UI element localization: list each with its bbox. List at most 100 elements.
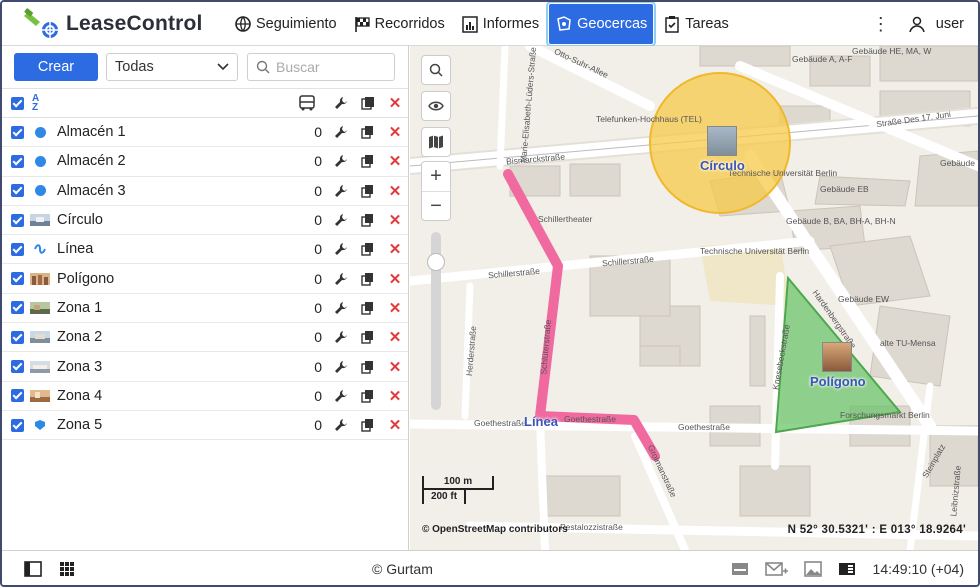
bus-icon[interactable]	[298, 95, 316, 111]
nav-tab-recorridos[interactable]: Recorridos	[347, 4, 451, 44]
row-checkbox[interactable]	[11, 242, 24, 256]
wrench-icon[interactable]	[334, 418, 348, 432]
dot-icon	[30, 125, 50, 139]
user-name[interactable]: user	[936, 16, 964, 32]
copy-icon[interactable]	[361, 272, 375, 286]
copy-icon[interactable]	[361, 330, 375, 344]
delete-icon[interactable]: ✕	[388, 241, 402, 258]
row-checkbox[interactable]	[11, 154, 24, 168]
image-icon[interactable]	[804, 561, 822, 577]
nav-tab-geocercas[interactable]: Geocercas	[546, 2, 657, 47]
wrench-icon[interactable]	[334, 301, 348, 315]
table-row[interactable]: Zona 4 0 ✕	[2, 382, 408, 411]
delete-all-icon[interactable]: ✕	[388, 95, 402, 112]
table-row[interactable]: Polígono 0 ✕	[2, 264, 408, 294]
zoom-in-button[interactable]: +	[422, 162, 450, 191]
toggle-panel-icon[interactable]	[24, 561, 42, 577]
map-layers-button[interactable]	[422, 128, 450, 156]
delete-icon[interactable]: ✕	[388, 153, 402, 170]
row-checkbox[interactable]	[11, 125, 24, 139]
copy-icon[interactable]	[361, 301, 375, 315]
sort-az-icon[interactable]: AZ	[32, 94, 39, 113]
delete-icon[interactable]: ✕	[388, 388, 402, 405]
copy-icon[interactable]	[361, 184, 375, 198]
copy-icon[interactable]	[361, 125, 375, 139]
copy-icon[interactable]	[361, 418, 375, 432]
wrench-icon[interactable]	[334, 96, 348, 110]
map-search-button[interactable]	[422, 56, 450, 84]
row-checkbox[interactable]	[11, 213, 24, 227]
user-icon[interactable]	[908, 15, 926, 33]
delete-icon[interactable]: ✕	[388, 329, 402, 346]
mail-icon[interactable]	[765, 561, 789, 577]
row-checkbox[interactable]	[11, 184, 24, 198]
table-row[interactable]: Zona 3 0 ✕	[2, 352, 408, 382]
dot-icon	[30, 154, 50, 168]
copy-icon[interactable]	[361, 213, 375, 227]
copy-list-icon[interactable]	[361, 96, 375, 110]
table-row[interactable]: Almacén 3 0 ✕	[2, 177, 408, 206]
wrench-icon[interactable]	[334, 272, 348, 286]
wrench-icon[interactable]	[334, 184, 348, 198]
delete-icon[interactable]: ✕	[388, 300, 402, 317]
street-label: Gebäude HE, MA, W	[852, 46, 932, 56]
wrench-icon[interactable]	[334, 389, 348, 403]
row-checkbox[interactable]	[11, 272, 24, 286]
create-button[interactable]: Crear	[14, 53, 98, 81]
wrench-icon[interactable]	[334, 125, 348, 139]
zoom-slider-handle[interactable]	[428, 254, 444, 270]
table-row[interactable]: Zona 5 0 ✕	[2, 411, 408, 441]
row-name: Polígono	[57, 270, 115, 287]
more-menu-icon[interactable]: ⋮	[872, 14, 890, 35]
wrench-icon[interactable]	[334, 242, 348, 256]
map-view[interactable]: Otto-Suhr-Allee Bismarckstraße Schillers…	[410, 46, 978, 550]
delete-icon[interactable]: ✕	[388, 271, 402, 288]
row-checkbox[interactable]	[11, 360, 24, 374]
table-row[interactable]: Círculo 0 ✕	[2, 206, 408, 236]
polygon-fence-label[interactable]: Polígono	[810, 374, 866, 389]
table-row[interactable]: Línea 0 ✕	[2, 235, 408, 265]
search-input[interactable]	[276, 59, 386, 75]
apps-grid-icon[interactable]	[58, 561, 76, 577]
delete-icon[interactable]: ✕	[388, 359, 402, 376]
zoom-slider[interactable]	[428, 232, 444, 410]
row-count: 0	[314, 270, 322, 287]
table-row[interactable]: Almacén 2 0 ✕	[2, 147, 408, 177]
dashboard-icon[interactable]	[838, 561, 856, 577]
zoom-out-button[interactable]: −	[422, 191, 450, 220]
delete-icon[interactable]: ✕	[388, 183, 402, 200]
wrench-icon[interactable]	[334, 330, 348, 344]
search-box[interactable]	[247, 53, 395, 81]
line-fence-label[interactable]: Línea	[524, 414, 558, 429]
table-row[interactable]: Almacén 1 0 ✕	[2, 118, 408, 148]
copy-icon[interactable]	[361, 242, 375, 257]
app-logo[interactable]: LeaseControl	[22, 8, 203, 40]
row-checkbox[interactable]	[11, 330, 24, 344]
notifications-icon[interactable]	[731, 561, 749, 577]
nav-tab-seguimiento[interactable]: Seguimiento	[228, 4, 343, 44]
row-checkbox[interactable]	[11, 301, 24, 315]
table-row[interactable]: Zona 2 0 ✕	[2, 323, 408, 353]
circle-fence-label[interactable]: Círculo	[700, 158, 745, 173]
row-checkbox[interactable]	[11, 389, 24, 403]
delete-icon[interactable]: ✕	[388, 124, 402, 141]
table-row[interactable]: Zona 1 0 ✕	[2, 294, 408, 324]
copy-icon[interactable]	[361, 154, 375, 169]
row-checkbox[interactable]	[11, 418, 24, 432]
circle-fence-thumbnail[interactable]	[707, 126, 737, 156]
wrench-icon[interactable]	[334, 213, 348, 227]
filter-select[interactable]: Todas	[106, 53, 238, 81]
select-all-checkbox[interactable]	[11, 96, 24, 110]
delete-icon[interactable]: ✕	[388, 212, 402, 229]
delete-icon[interactable]: ✕	[388, 417, 402, 434]
map-attribution[interactable]: © OpenStreetMap contributors	[422, 524, 568, 535]
wrench-icon[interactable]	[334, 360, 348, 374]
thumbnail-icon	[30, 330, 50, 344]
nav-tab-tareas[interactable]: Tareas	[657, 4, 735, 44]
copy-icon[interactable]	[361, 389, 375, 403]
nav-tab-informes[interactable]: Informes	[455, 4, 545, 44]
polygon-fence-thumbnail[interactable]	[822, 342, 852, 372]
copy-icon[interactable]	[361, 360, 375, 374]
map-visibility-button[interactable]	[422, 92, 450, 120]
wrench-icon[interactable]	[334, 154, 348, 168]
